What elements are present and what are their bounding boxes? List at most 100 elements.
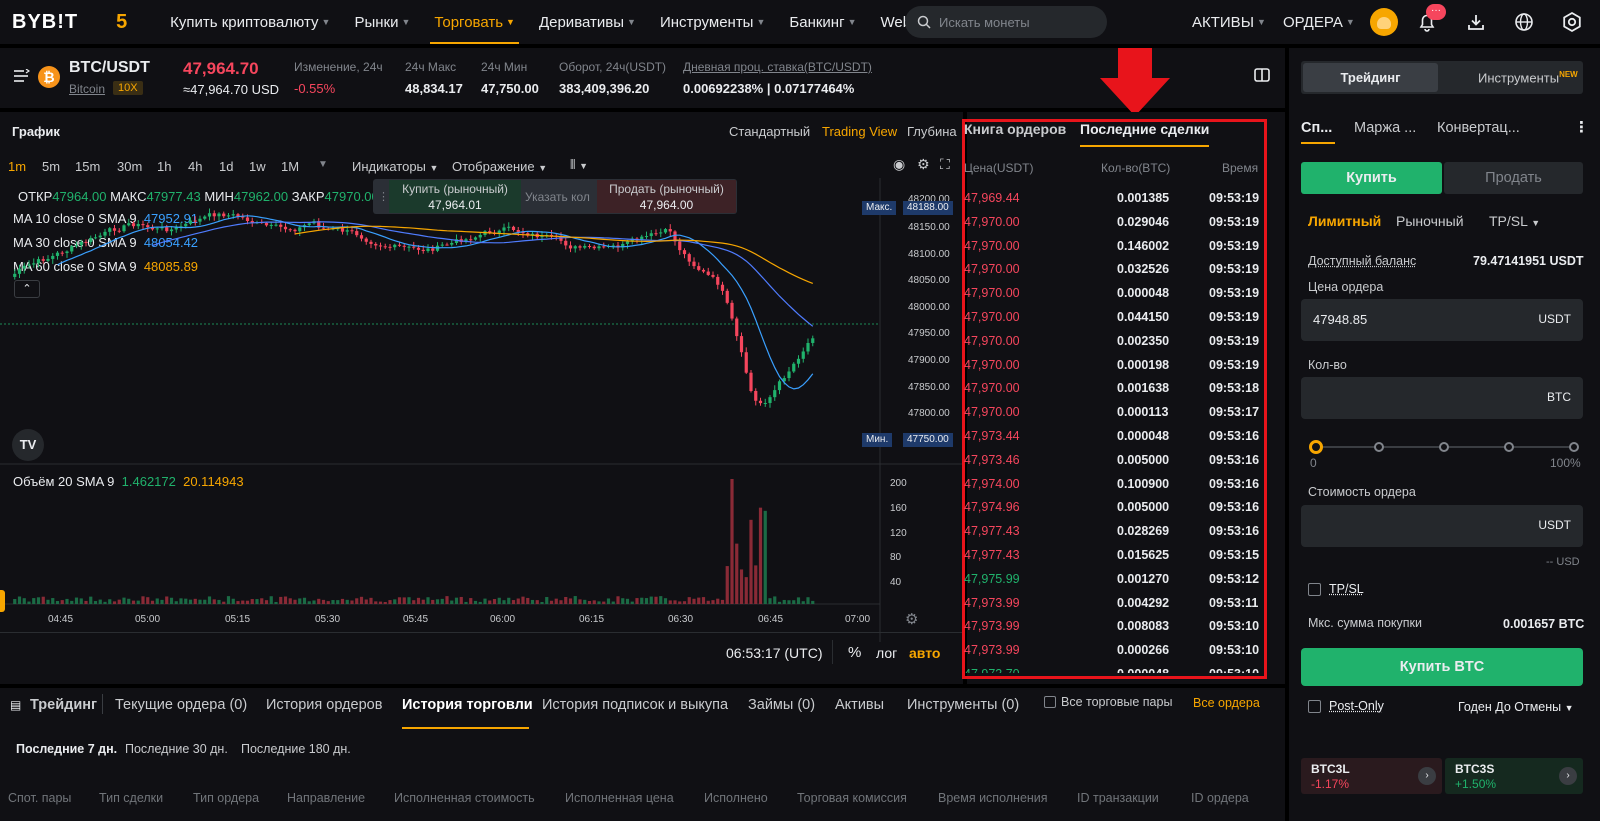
buy-side-button[interactable]: Купить [1301,162,1442,194]
tpsl-checkbox[interactable]: TP/SL [1308,582,1364,596]
percent-scale-toggle[interactable]: % [848,644,861,661]
nav-banking[interactable]: Банкинг ▼ [777,0,868,44]
period-180d[interactable]: Последние 180 дн. [241,742,351,756]
axis-settings-icon[interactable]: ⚙ [905,610,918,628]
active-tab-indicator [402,727,529,729]
sell-side-button[interactable]: Продать [1444,162,1583,194]
available-balance-value: 79.47141951 USDT [1473,254,1584,268]
time-0545: 05:45 [403,614,429,625]
time-in-force-select[interactable]: Годен До Отмены ▼ [1458,700,1574,714]
trade-price: 47,974.96 [964,500,1020,515]
mode-margin[interactable]: Маржа ... [1354,120,1416,136]
max-price-value: 48188.00 [903,201,953,215]
tab-recent-trades[interactable]: Последние сделки [1080,121,1210,147]
tab-orderbook[interactable]: Книга ордеров [964,121,1066,137]
log-scale-toggle[interactable]: лог [876,645,897,661]
rate-label[interactable]: Дневная проц. ставка(BTC/USDT) [683,60,872,74]
trade-price: 47,973.99 [964,595,1020,610]
tab-assets[interactable]: Активы [835,697,884,713]
col-direction: Направление [287,791,366,805]
leveraged-token-btc3s[interactable]: BTC3S +1.50% › [1445,758,1583,794]
chart-clock[interactable]: 06:53:17 (UTC) [726,645,822,661]
trade-row: 47,977.43 0.015625 09:53:15 [964,544,1264,568]
bybit-logo[interactable]: BYB!T [12,11,78,34]
layout-toggle-icon[interactable] [1254,68,1270,85]
download-icon[interactable] [1462,8,1490,36]
tab-order-history[interactable]: История ордеров [266,697,382,713]
coin-search-input[interactable]: Искать монеты [905,6,1107,38]
type-limit[interactable]: Лимитный [1308,213,1381,229]
nav-markets[interactable]: Рынки ▼ [342,0,422,44]
slider-max: 100% [1550,456,1581,470]
mode-convert[interactable]: Конвертац... [1437,120,1520,136]
vol-axis-160: 160 [890,503,907,514]
tab-tools[interactable]: Инструменты (0) [907,697,1019,713]
trade-time: 09:53:19 [1209,214,1260,229]
trade-price: 47,974.00 [964,476,1020,491]
tab-open-orders[interactable]: Текущие ордера (0) [115,697,247,713]
tab-trading[interactable]: Трейдинг [30,697,97,713]
submit-buy-button[interactable]: Купить BTC [1301,648,1583,686]
quantity-slider[interactable] [1309,440,1579,454]
assets-menu[interactable]: АКТИВЫ ▼ [1192,0,1266,44]
trade-time: 09:53:10 [1209,643,1260,658]
menu-list-icon[interactable] [14,68,31,86]
more-options-icon[interactable]: ⋮ [1574,118,1589,136]
quantity-input[interactable]: BTC [1301,377,1583,419]
scroll-handle[interactable] [0,590,5,612]
post-only-checkbox[interactable]: Post-Only [1308,699,1384,713]
type-market[interactable]: Рыночный [1396,213,1464,229]
col-time: Время [1222,161,1259,175]
leveraged-token-btc3l[interactable]: BTC3L -1.17% › [1301,758,1442,794]
trade-time: 09:53:19 [1209,286,1260,301]
order-cost-label: Стоимость ордера [1308,485,1416,499]
auto-scale-toggle[interactable]: авто [909,645,940,661]
coin-name[interactable]: Bitcoin [69,82,105,96]
rate-value: 0.00692238% | 0.07177464% [683,81,855,96]
trade-qty: 0.002350 [1117,333,1170,348]
price-chart-canvas[interactable] [0,112,963,684]
tab-order-trading[interactable]: Трейдинг [1303,63,1438,92]
trade-qty: 0.005000 [1117,452,1170,467]
slider-knob[interactable] [1309,440,1323,454]
all-pairs-checkbox[interactable]: Все торговые пары [1044,695,1172,709]
trade-time: 09:53:19 [1209,310,1260,324]
trade-time: 09:53:19 [1209,262,1260,277]
mode-spot[interactable]: Сп... [1301,120,1332,136]
trade-time: 09:53:12 [1209,571,1260,586]
order-price-input[interactable]: 47948.85 USDT [1301,299,1583,341]
tab-loans[interactable]: Займы (0) [748,697,815,713]
nav-derivatives[interactable]: Деривативы ▼ [527,0,648,44]
type-tpsl[interactable]: TP/SL ▼ [1489,213,1540,229]
time-0515: 05:15 [225,614,251,625]
col-filled-price: Исполненная цена [565,791,674,805]
period-30d[interactable]: Последние 30 дн. [125,742,228,756]
settings-gear-icon[interactable] [1558,8,1586,36]
trade-price: 47,973.99 [964,643,1020,658]
trade-time: 09:53:16 [1209,476,1260,491]
trade-price: 47,970.00 [964,405,1020,420]
avatar[interactable] [1370,8,1398,36]
globe-icon[interactable] [1510,8,1538,36]
anniversary-badge[interactable]: 5 [116,11,144,34]
pair-symbol[interactable]: BTC/USDT [69,59,150,77]
all-orders-link[interactable]: Все ордера [1193,696,1260,710]
nav-trade[interactable]: Торговать ▼ [422,0,527,44]
trade-qty: 0.001638 [1117,381,1170,396]
tab-subscription-history[interactable]: История подписок и выкупа [542,697,728,713]
trade-qty: 0.001270 [1117,571,1170,586]
tradingview-logo-icon[interactable]: TV [12,429,44,461]
trade-qty: 0.100900 [1117,476,1170,491]
volume-legend: Объём 20 SMA 9 1.462172 20.114943 [13,474,244,489]
orders-menu[interactable]: ОРДЕРА ▼ [1283,0,1355,44]
order-cost-input[interactable]: USDT [1301,505,1583,547]
trade-qty: 0.008083 [1117,619,1170,634]
nav-tools[interactable]: Инструменты ▼ [648,0,777,44]
trade-price: 47,970.00 [964,310,1020,324]
trade-price: 47,973.46 [964,452,1020,467]
col-fee: Торговая комиссия [797,791,907,805]
period-7d[interactable]: Последние 7 дн. [16,742,117,756]
tab-order-tools[interactable]: ИнструментыNEW [1478,70,1578,85]
nav-buy-crypto[interactable]: Купить криптовалюту ▼ [158,0,342,44]
tab-trade-history[interactable]: История торговли [402,697,533,713]
